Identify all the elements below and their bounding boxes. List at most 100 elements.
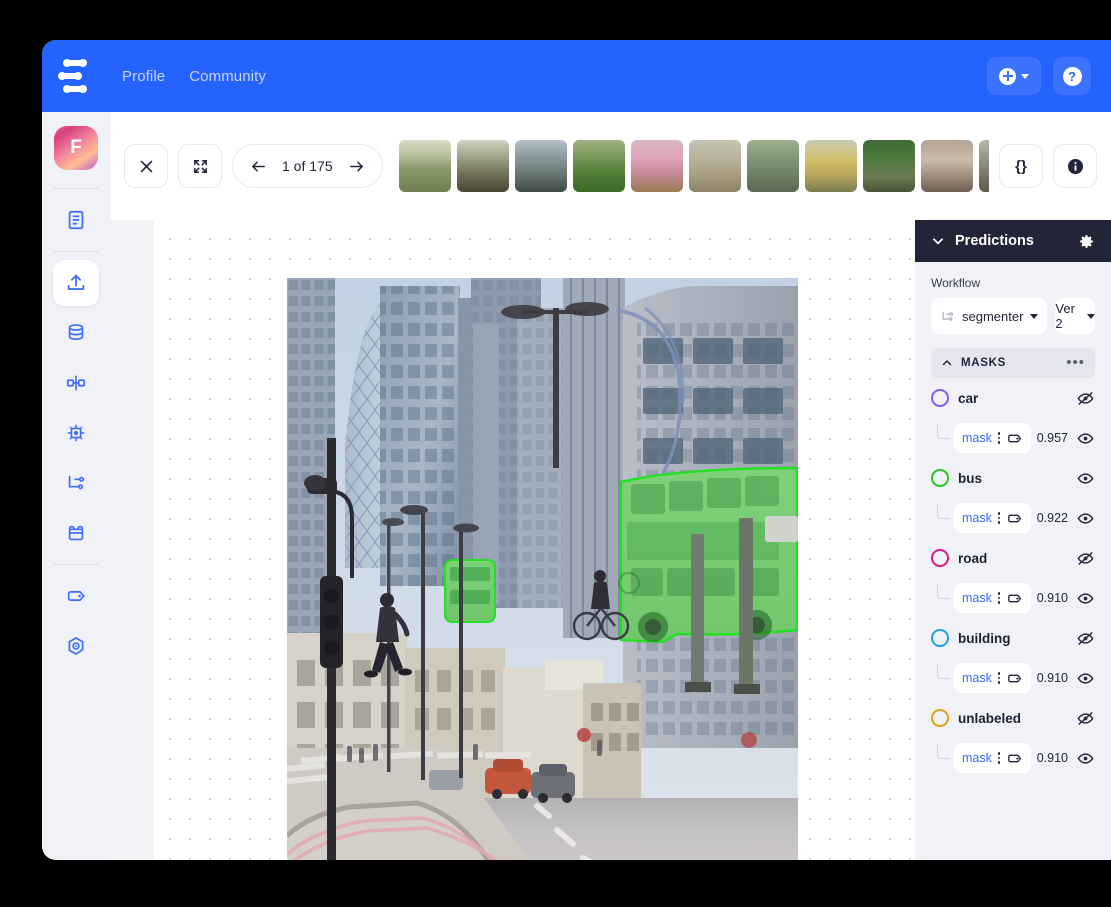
class-row-road[interactable]: road	[915, 538, 1111, 578]
thumbnail-3[interactable]	[515, 140, 567, 192]
thumbnail-4[interactable]	[573, 140, 625, 192]
next-image-button[interactable]	[347, 158, 366, 175]
sidebar-item-settings[interactable]	[53, 623, 99, 669]
mask-label: mask	[962, 431, 992, 445]
json-view-button[interactable]: {}	[999, 144, 1043, 188]
thumbnail-9[interactable]	[863, 140, 915, 192]
thumbnail-1[interactable]	[399, 140, 451, 192]
class-row-building[interactable]: building	[915, 618, 1111, 658]
info-button[interactable]	[1053, 144, 1097, 188]
workflow-icon	[65, 472, 87, 494]
thumbnail-8[interactable]	[805, 140, 857, 192]
clarifai-logo-icon[interactable]	[58, 58, 98, 94]
class-color-swatch	[931, 549, 949, 567]
divider	[53, 251, 99, 252]
visibility-toggle-off-icon[interactable]	[1076, 549, 1095, 568]
nav-community[interactable]: Community	[189, 68, 266, 85]
visibility-toggle-off-icon[interactable]	[1076, 389, 1095, 408]
mask-score: 0.957	[1037, 431, 1068, 445]
close-button[interactable]	[124, 144, 168, 188]
sidebar-item-workflows[interactable]	[53, 460, 99, 506]
gear-icon[interactable]	[1078, 233, 1095, 250]
class-row-unlabeled[interactable]: unlabeled	[915, 698, 1111, 738]
visibility-toggle-on-icon[interactable]	[1076, 469, 1095, 488]
box-icon	[65, 522, 87, 544]
thumbnail-11[interactable]	[979, 140, 989, 192]
tag-icon[interactable]	[1006, 590, 1023, 607]
mask-label: mask	[962, 671, 992, 685]
tag-icon[interactable]	[1006, 430, 1023, 447]
sidebar-item-documents[interactable]	[53, 197, 99, 243]
mask-chip[interactable]: mask	[954, 583, 1031, 613]
bus-mask-small	[445, 560, 495, 622]
toolbar-right-actions: {}	[999, 144, 1097, 188]
sidebar-item-datasets[interactable]	[53, 310, 99, 356]
tree-elbow	[937, 585, 950, 599]
prev-image-button[interactable]	[249, 158, 268, 175]
mask-menu-button[interactable]	[998, 592, 1001, 604]
visibility-toggle-on-icon[interactable]	[1076, 669, 1095, 688]
visibility-toggle-on-icon[interactable]	[1076, 749, 1095, 768]
class-row-car[interactable]: car	[915, 378, 1111, 418]
mask-menu-button[interactable]	[998, 512, 1001, 524]
masks-section-title: MASKS	[961, 357, 1006, 369]
annotated-image[interactable]	[287, 278, 798, 860]
chevron-down-icon[interactable]	[931, 234, 945, 248]
mask-label: mask	[962, 751, 992, 765]
add-button[interactable]	[987, 57, 1041, 95]
sidebar-item-modules[interactable]	[53, 510, 99, 556]
mask-menu-button[interactable]	[998, 752, 1001, 764]
tag-icon[interactable]	[1006, 750, 1023, 767]
main-nav: Profile Community	[122, 68, 266, 85]
visibility-toggle-on-icon[interactable]	[1076, 509, 1095, 528]
tag-icon[interactable]	[1006, 670, 1023, 687]
help-button[interactable]: ?	[1053, 57, 1091, 95]
mask-menu-button[interactable]	[998, 432, 1001, 444]
info-icon	[1066, 157, 1085, 176]
mask-chip[interactable]: mask	[954, 663, 1031, 693]
workflow-version-select[interactable]: Ver 2	[1055, 298, 1095, 334]
mask-score: 0.910	[1037, 671, 1068, 685]
tree-elbow	[937, 505, 950, 519]
image-canvas[interactable]	[154, 220, 915, 860]
visibility-toggle-on-icon[interactable]	[1076, 589, 1095, 608]
visibility-toggle-on-icon[interactable]	[1076, 429, 1095, 448]
divider	[53, 188, 99, 189]
fullscreen-button[interactable]	[178, 144, 222, 188]
top-navigation-bar: Profile Community ?	[42, 40, 1111, 112]
mask-chip[interactable]: mask	[954, 503, 1031, 533]
sidebar-item-upload[interactable]	[53, 260, 99, 306]
visibility-toggle-off-icon[interactable]	[1076, 709, 1095, 728]
visibility-toggle-off-icon[interactable]	[1076, 629, 1095, 648]
avatar[interactable]: F	[54, 126, 98, 170]
class-color-swatch	[931, 709, 949, 727]
class-color-swatch	[931, 629, 949, 647]
thumbnail-6[interactable]	[689, 140, 741, 192]
tree-elbow	[937, 745, 950, 759]
workflow-select[interactable]: segmenter	[931, 298, 1047, 334]
thumbnail-strip	[399, 140, 989, 192]
class-row-bus[interactable]: bus	[915, 458, 1111, 498]
sidebar-item-labels[interactable]	[53, 573, 99, 619]
document-icon	[65, 209, 87, 231]
mask-chip[interactable]: mask	[954, 743, 1031, 773]
masks-section-header[interactable]: MASKS •••	[931, 348, 1095, 378]
left-sidebar: F	[42, 112, 110, 860]
thumbnail-7[interactable]	[747, 140, 799, 192]
thumbnail-10[interactable]	[921, 140, 973, 192]
mask-menu-button[interactable]	[998, 672, 1001, 684]
thumbnail-2[interactable]	[457, 140, 509, 192]
topbar-actions: ?	[987, 57, 1091, 95]
workflow-label: Workflow	[931, 276, 1095, 290]
mask-class-list: car mask	[915, 378, 1111, 778]
chip-icon	[65, 422, 87, 444]
sidebar-item-compute[interactable]	[53, 410, 99, 456]
mask-chip[interactable]: mask	[954, 423, 1031, 453]
tag-icon[interactable]	[1006, 510, 1023, 527]
sidebar-item-models[interactable]	[53, 360, 99, 406]
thumbnail-5[interactable]	[631, 140, 683, 192]
class-color-swatch	[931, 469, 949, 487]
class-color-swatch	[931, 389, 949, 407]
nav-profile[interactable]: Profile	[122, 68, 165, 85]
chevron-down-icon	[1030, 314, 1038, 319]
